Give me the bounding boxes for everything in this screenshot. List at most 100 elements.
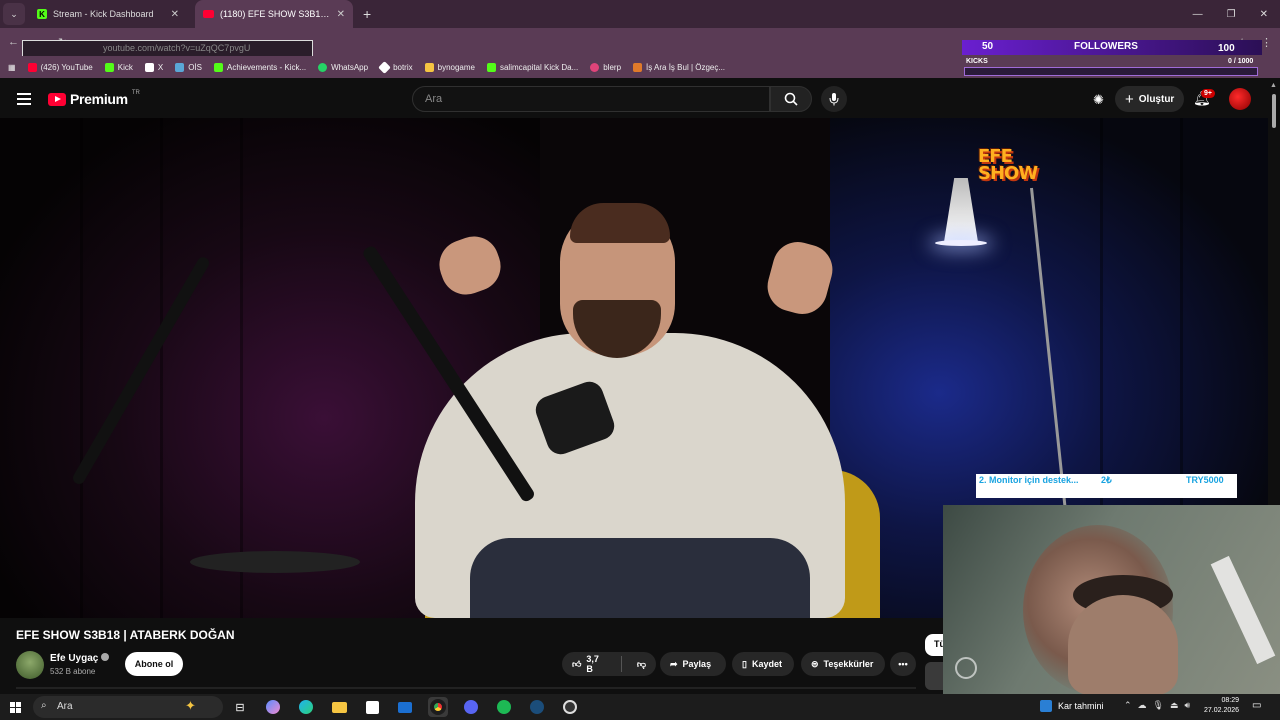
close-icon[interactable]: ✕ [171,9,179,20]
cam-watermark-logo [955,657,977,679]
like-button[interactable]: 👍︎ 3,7 B [562,652,616,676]
bookmark-x[interactable]: X [144,62,163,72]
youtube-icon [203,10,214,18]
scroll-thumb[interactable] [1272,94,1276,128]
blerp-icon [590,62,600,72]
bookmark-salimcapital[interactable]: salimcapital Kick Da... [486,62,578,72]
task-view-icon[interactable]: ⊟ [230,697,250,717]
file-explorer-icon[interactable] [329,697,349,717]
account-avatar[interactable] [1229,88,1251,110]
kicks-count: 0 / 1000 [1228,58,1254,65]
menu-icon[interactable]: ⋮ [1261,36,1272,49]
youtube-premium-logo[interactable]: Premium TR [48,90,140,107]
bookmark-kick[interactable]: Kick [104,62,133,72]
maximize-icon[interactable]: ❐ [1227,9,1236,20]
like-count: 3,7 B [586,654,599,674]
share-button[interactable]: ➦ Paylaş [660,652,726,676]
cast-icon[interactable]: ✺ [1093,92,1104,108]
weather-widget[interactable]: Kar tahmini [1040,700,1104,712]
voice-search-button[interactable] [821,86,847,112]
search-icon [784,92,798,106]
kick-icon [104,62,114,72]
cam-window-frame [1210,555,1276,665]
share-icon: ➦ [670,658,678,669]
bookmark-whatsapp[interactable]: WhatsApp [318,62,368,72]
bookmark-botrix[interactable]: botrix [378,60,413,74]
bookmark-blerp[interactable]: blerp [590,62,621,72]
chevron-up-icon[interactable]: ⌃ [1124,700,1132,711]
clock-date: 27.02.2026 [1204,707,1240,714]
tab-search-button[interactable]: ⌄ [3,3,25,25]
bookmark-label: bynogame [437,62,475,72]
onedrive-icon[interactable]: ☁ [1138,700,1147,711]
steam-icon[interactable] [527,697,547,717]
tab-label: Stream - Kick Dashboard [53,9,154,19]
store-icon[interactable] [362,697,382,717]
mail-icon[interactable] [395,697,415,717]
search-input[interactable]: Ara [412,86,770,112]
new-tab-button[interactable]: + [363,6,371,22]
more-actions-button[interactable]: ••• [890,652,916,676]
notification-count: 9+ [1201,89,1215,98]
taskbar-search[interactable]: ⌕ Ara ✦ [33,696,223,718]
donation-alert: 2. Monitor için destek... 2₺ TRY5000 [976,474,1237,498]
scroll-up-icon[interactable]: ▲ [1270,82,1277,89]
back-icon[interactable]: ← [8,36,19,48]
usb-icon[interactable]: ⏏ [1170,700,1179,711]
dislike-button[interactable]: 👎︎ [627,652,656,676]
edge-icon[interactable] [296,697,316,717]
apps-icon[interactable]: ▦ [8,63,16,72]
copilot-icon[interactable] [263,697,283,717]
weather-icon [1040,700,1052,712]
discord-icon[interactable] [461,697,481,717]
clock-time: 08:29 [1221,697,1240,704]
thanks-button[interactable]: ⊜ Teşekkürler [801,652,885,676]
search-icon: ⌕ [41,700,47,711]
hamburger-menu-icon[interactable] [17,93,31,105]
tab-kick-dashboard[interactable]: K Stream - Kick Dashboard ✕ [29,0,187,28]
mic-tray-icon[interactable]: 🎙︎ [1153,700,1164,711]
like-dislike-group: 👍︎ 3,7 B 👎︎ [562,652,656,676]
bookmark-achievements[interactable]: Achievements - Kick... [214,62,307,72]
brand-name: Premium [70,91,128,107]
save-button[interactable]: ▯ Kaydet [732,652,794,676]
subscribe-button[interactable]: Abone ol [125,652,183,676]
search-button[interactable] [770,86,812,112]
youtube-header: Premium TR Ara ✺ + Oluştur 🔔︎ 9+ [0,80,1268,118]
tab-youtube-video[interactable]: (1180) EFE SHOW S3B18 | ATAB ✕ [195,0,353,28]
bookmark-label: Achievements - Kick... [227,62,307,72]
close-window-icon[interactable]: ✕ [1260,9,1268,20]
followers-goal: 100 [1218,43,1235,54]
bookmark-youtube[interactable]: (426) YouTube [27,62,93,72]
followers-goal-bar: 50 FOLLOWERS 100 [962,40,1262,55]
chrome-icon[interactable] [428,697,448,717]
minimize-icon[interactable]: — [1193,9,1203,20]
description-box-edge [16,687,916,689]
x-icon [144,62,154,72]
notification-center-icon[interactable]: ▭ [1252,700,1261,711]
speaker-icon[interactable]: 🔊︎ [1185,700,1191,711]
close-icon[interactable]: ✕ [337,9,345,20]
browser-tab-bar: ⌄ K Stream - Kick Dashboard ✕ (1180) EFE… [0,0,1280,28]
create-button[interactable]: + Oluştur [1115,86,1185,112]
copilot-sparkle-icon: ✦ [185,698,196,713]
curtain-fold [80,118,83,618]
channel-name[interactable]: Efe Uygaç [50,653,110,664]
bookmark-bynogame[interactable]: bynogame [424,62,475,72]
bookmark-ois[interactable]: OİS [175,62,202,72]
thanks-label: Teşekkürler [823,659,874,669]
efe-show-logo: EFE SHOW [978,146,1038,184]
spotify-icon[interactable] [494,697,514,717]
windows-start-icon[interactable] [10,701,21,713]
create-label: Oluştur [1138,93,1175,105]
channel-avatar[interactable] [16,651,44,679]
kicks-progress-bar [964,67,1258,76]
bookmark-is-ara[interactable]: İş Ara İş Bul | Özgeç... [633,62,725,72]
cam-streamer-face [1068,595,1178,695]
system-clock[interactable]: 08:29 27.02.2026 [1204,696,1239,716]
kick-icon: K [37,9,47,19]
botrix-icon [378,60,391,74]
url-input[interactable]: youtube.com/watch?v=uZqQC7pvgU [22,40,313,57]
obs-icon[interactable] [560,697,580,717]
weather-text: Kar tahmini [1058,701,1104,711]
